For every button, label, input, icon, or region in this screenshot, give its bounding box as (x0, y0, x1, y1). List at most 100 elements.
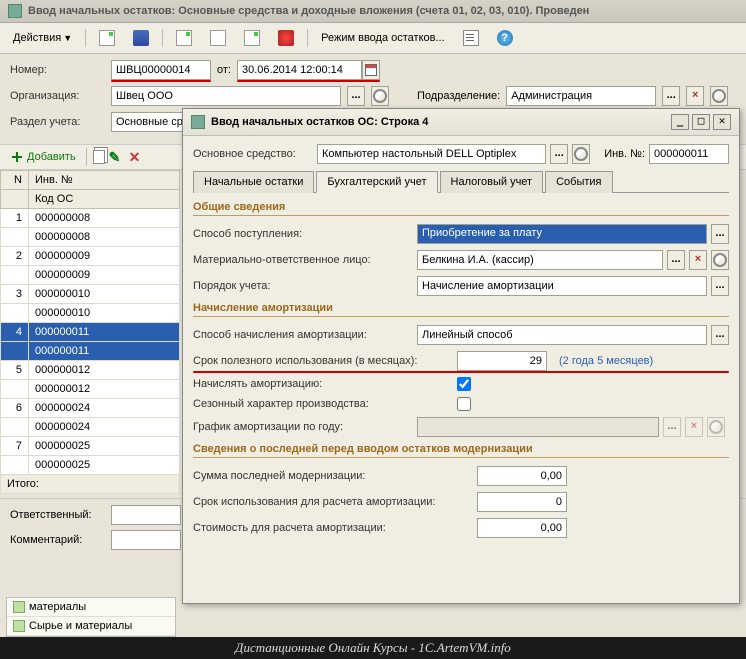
edit-dialog: Ввод начальных остатков ОС: Строка 4 _ □… (182, 108, 740, 604)
order-choose[interactable]: ... (711, 276, 729, 296)
last-life-label: Срок использования для расчета амортизац… (193, 496, 473, 508)
last-sum-input[interactable] (477, 466, 567, 486)
table-row[interactable]: 000000011 (1, 342, 180, 361)
col-n[interactable]: N (1, 171, 29, 190)
last-life-input[interactable] (477, 492, 567, 512)
section-amort: Начисление амортизации (193, 302, 729, 317)
asset-lookup[interactable] (572, 144, 590, 164)
add-button[interactable]: Добавить (6, 148, 80, 166)
graph-input (417, 417, 659, 437)
maximize-button[interactable]: □ (692, 114, 710, 130)
save-button[interactable] (126, 27, 156, 49)
table-row[interactable]: 6000000024 (1, 399, 180, 418)
method-input[interactable]: Приобретение за плату (417, 224, 707, 244)
mode-button[interactable]: Режим ввода остатков... (314, 29, 452, 47)
table-row[interactable]: 000000024 (1, 418, 180, 437)
tab-accounting[interactable]: Бухгалтерский учет (316, 171, 437, 193)
close-button[interactable]: ✕ (713, 114, 731, 130)
mol-choose[interactable]: ... (667, 250, 685, 270)
from-label: от: (217, 64, 231, 76)
date-input[interactable] (237, 60, 362, 80)
bottom-list: материалы Сырье и материалы (6, 597, 176, 637)
app-icon (8, 4, 22, 18)
table-row[interactable]: 4000000011 (1, 323, 180, 342)
list-button[interactable] (456, 27, 486, 49)
order-input[interactable] (417, 276, 707, 296)
table-row[interactable]: 000000025 (1, 456, 180, 475)
plus-icon (10, 150, 24, 164)
dept-clear[interactable]: × (686, 86, 704, 106)
copy-button[interactable] (93, 150, 105, 164)
table-row[interactable]: 7000000025 (1, 437, 180, 456)
calendar-button[interactable] (362, 60, 380, 80)
graph-choose: ... (663, 417, 681, 437)
post-button[interactable] (92, 27, 122, 49)
section-label: Раздел учета: (10, 116, 105, 128)
org-choose[interactable]: ... (347, 86, 365, 106)
tab-initial[interactable]: Начальные остатки (193, 171, 314, 193)
method-choose[interactable]: ... (711, 224, 729, 244)
dialog-titlebar: Ввод начальных остатков ОС: Строка 4 _ □… (183, 109, 739, 136)
help-icon: ? (497, 30, 513, 46)
list-item[interactable]: материалы (7, 598, 175, 617)
watermark: Дистанционные Онлайн Курсы - 1C.ArtemVM.… (0, 637, 746, 659)
last-sum-label: Сумма последней модернизации: (193, 470, 473, 482)
tab-events[interactable]: События (545, 171, 612, 193)
post-icon (99, 30, 115, 46)
col-code[interactable]: Код ОС (29, 190, 180, 209)
amort-method-choose[interactable]: ... (711, 325, 729, 345)
table-row[interactable]: 000000012 (1, 380, 180, 399)
seasonal-checkbox[interactable] (457, 397, 471, 411)
table-row[interactable]: 000000010 (1, 304, 180, 323)
tb-btn-2[interactable] (203, 27, 233, 49)
debit-credit-icon (278, 30, 294, 46)
comment-input[interactable] (111, 530, 181, 550)
life-hint: (2 года 5 месяцев) (559, 355, 653, 367)
dialog-icon (191, 115, 205, 129)
actions-menu[interactable]: Действия ▼ (6, 29, 79, 47)
minimize-button[interactable]: _ (671, 114, 689, 130)
mol-input[interactable] (417, 250, 663, 270)
edit-row-button[interactable]: ✎ (109, 149, 125, 165)
tb-btn-1[interactable] (169, 27, 199, 49)
section-general: Общие сведения (193, 201, 729, 216)
amort-method-label: Способ начисления амортизации: (193, 329, 413, 341)
mol-lookup[interactable] (711, 250, 729, 270)
table-row[interactable]: 2000000009 (1, 247, 180, 266)
amort-method-input[interactable] (417, 325, 707, 345)
org-input[interactable] (111, 86, 341, 106)
doc-icon-2 (244, 30, 260, 46)
number-input[interactable] (111, 60, 211, 80)
number-label: Номер: (10, 64, 105, 76)
tb-btn-3[interactable] (237, 27, 267, 49)
col-inv[interactable]: Инв. № (29, 171, 180, 190)
delete-row-button[interactable]: ✕ (129, 149, 145, 165)
table-row[interactable]: 3000000010 (1, 285, 180, 304)
dept-lookup[interactable] (710, 86, 728, 106)
asset-choose[interactable]: ... (550, 144, 568, 164)
table-row[interactable]: 5000000012 (1, 361, 180, 380)
assets-grid: NИнв. № Код ОС 1000000008000000008200000… (0, 170, 180, 494)
last-cost-input[interactable] (477, 518, 567, 538)
table-row[interactable]: 1000000008 (1, 209, 180, 228)
table-row[interactable]: 000000008 (1, 228, 180, 247)
org-lookup[interactable] (371, 86, 389, 106)
mol-label: Материально-ответственное лицо: (193, 254, 413, 266)
main-toolbar: Действия ▼ Режим ввода остатков... ? (0, 23, 746, 54)
inv-input[interactable] (649, 144, 729, 164)
mol-clear[interactable]: × (689, 250, 707, 270)
resp-input[interactable] (111, 505, 181, 525)
asset-input[interactable] (317, 144, 546, 164)
help-button[interactable]: ? (490, 27, 520, 49)
dept-input[interactable] (506, 86, 656, 106)
tb-btn-4[interactable] (271, 27, 301, 49)
list-item[interactable]: Сырье и материалы (7, 617, 175, 636)
table-row[interactable]: 000000009 (1, 266, 180, 285)
do-amort-checkbox[interactable] (457, 377, 471, 391)
tab-tax[interactable]: Налоговый учет (440, 171, 544, 193)
dialog-title: Ввод начальных остатков ОС: Строка 4 (211, 116, 428, 128)
dept-choose[interactable]: ... (662, 86, 680, 106)
life-input[interactable] (457, 351, 547, 371)
window-title: Ввод начальных остатков: Основные средст… (28, 5, 589, 17)
comment-label: Комментарий: (10, 534, 105, 546)
